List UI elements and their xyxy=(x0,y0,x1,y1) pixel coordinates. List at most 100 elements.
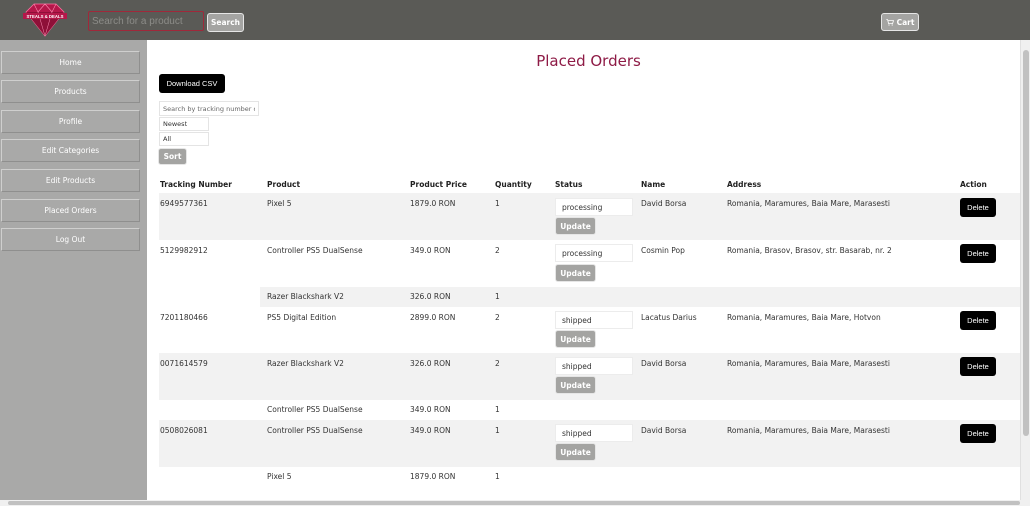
product-price: 1879.0 RON xyxy=(410,472,456,481)
update-button[interactable]: Update xyxy=(555,217,596,235)
sidebar: Home Products Profile Edit Categories Ed… xyxy=(0,40,147,500)
product-name: Controller PS5 DualSense xyxy=(267,405,363,414)
product-price: 349.0 RON xyxy=(410,246,451,255)
status-input[interactable]: shipped xyxy=(555,424,633,442)
delete-button[interactable]: Delete xyxy=(960,424,996,443)
customer-address: Romania, Maramures, Baia Mare, Hotvon xyxy=(727,313,881,322)
tracking-number: 6949577361 xyxy=(160,199,208,208)
sidebar-item-edit-categories[interactable]: Edit Categories xyxy=(1,139,140,162)
customer-name: Cosmin Pop xyxy=(641,246,685,255)
column-header-product: Product xyxy=(267,180,301,189)
status-value: shipped xyxy=(562,428,592,438)
status-input[interactable]: shipped xyxy=(555,311,633,329)
product-price: 1879.0 RON xyxy=(410,199,456,208)
delete-button[interactable]: Delete xyxy=(960,244,996,263)
product-quantity: 2 xyxy=(495,246,500,255)
customer-address: Romania, Brasov, Brasov, str. Basarab, n… xyxy=(727,246,892,255)
diamond-logo[interactable]: STEALS & DEALS xyxy=(22,2,68,38)
sidebar-item-label: Home xyxy=(59,58,82,67)
product-quantity: 1 xyxy=(495,199,500,208)
customer-address: Romania, Maramures, Baia Mare, Marasesti xyxy=(727,359,890,368)
customer-name: David Borsa xyxy=(641,359,687,368)
order-sort-value: Newest xyxy=(163,120,188,128)
status-value: shipped xyxy=(562,361,592,371)
sidebar-item-label: Products xyxy=(54,87,87,96)
update-button[interactable]: Update xyxy=(555,376,596,394)
sidebar-item-placed-orders[interactable]: Placed Orders xyxy=(1,199,140,222)
cart-label: Cart xyxy=(896,17,915,27)
horizontal-scroll-thumb[interactable] xyxy=(8,501,1020,505)
sort-button[interactable]: Sort xyxy=(158,148,187,165)
product-name: Pixel 5 xyxy=(267,199,292,208)
product-name: Controller PS5 DualSense xyxy=(267,426,363,435)
top-navbar: STEALS & DEALS Search Cart xyxy=(0,0,1030,40)
sidebar-item-log-out[interactable]: Log Out xyxy=(1,228,140,251)
tracking-search-input[interactable] xyxy=(159,101,259,116)
product-name: PS5 Digital Edition xyxy=(267,313,337,322)
tracking-number: 0071614579 xyxy=(160,359,208,368)
product-quantity: 1 xyxy=(495,292,500,301)
sidebar-item-label: Profile xyxy=(58,117,83,126)
product-quantity: 1 xyxy=(495,405,500,414)
product-price: 2899.0 RON xyxy=(410,313,456,322)
product-quantity: 1 xyxy=(495,472,500,481)
sidebar-item-label: Edit Products xyxy=(45,176,96,185)
delete-button[interactable]: Delete xyxy=(960,357,996,376)
product-price: 326.0 RON xyxy=(410,359,451,368)
product-name: Razer Blackshark V2 xyxy=(267,359,344,368)
column-header-quantity: Quantity xyxy=(495,180,532,189)
vertical-scrollbar[interactable] xyxy=(1020,40,1030,500)
column-header-address: Address xyxy=(727,180,762,189)
sidebar-item-profile[interactable]: Profile xyxy=(1,110,140,133)
order-sort-select[interactable]: Newest xyxy=(159,117,209,131)
tracking-number: 0508026081 xyxy=(160,426,208,435)
status-input[interactable]: shipped xyxy=(555,357,633,375)
sidebar-item-label: Edit Categories xyxy=(41,146,100,155)
vertical-scroll-thumb[interactable] xyxy=(1023,50,1029,436)
product-price: 349.0 RON xyxy=(410,426,451,435)
sidebar-item-products[interactable]: Products xyxy=(1,80,140,103)
status-filter-select[interactable]: All xyxy=(159,132,209,146)
cart-icon xyxy=(885,18,894,26)
customer-name: Lacatus Darius xyxy=(641,313,697,322)
sidebar-item-label: Placed Orders xyxy=(44,206,97,215)
update-button[interactable]: Update xyxy=(555,443,596,461)
column-header-action: Action xyxy=(960,180,987,189)
sidebar-item-home[interactable]: Home xyxy=(1,51,140,74)
tracking-number: 7201180466 xyxy=(160,313,208,322)
customer-name: David Borsa xyxy=(641,199,687,208)
horizontal-scrollbar[interactable] xyxy=(0,500,1030,506)
download-csv-button[interactable]: Download CSV xyxy=(159,74,225,93)
product-price: 326.0 RON xyxy=(410,292,451,301)
product-quantity: 1 xyxy=(495,426,500,435)
customer-name: David Borsa xyxy=(641,426,687,435)
update-button[interactable]: Update xyxy=(555,330,596,348)
delete-button[interactable]: Delete xyxy=(960,311,996,330)
main-content: Placed Orders Download CSV Newest All So… xyxy=(147,40,1020,500)
product-name: Pixel 5 xyxy=(267,472,292,481)
product-name: Controller PS5 DualSense xyxy=(267,246,363,255)
update-button[interactable]: Update xyxy=(555,264,596,282)
column-header-name: Name xyxy=(641,180,666,189)
product-quantity: 2 xyxy=(495,313,500,322)
column-header-price: Product Price xyxy=(410,180,467,189)
product-search-input[interactable] xyxy=(88,11,204,31)
table-subrow xyxy=(260,467,1020,487)
table-subrow xyxy=(260,287,1020,307)
cart-button[interactable]: Cart xyxy=(881,13,919,31)
status-value: processing xyxy=(562,248,603,258)
column-header-status: Status xyxy=(555,180,583,189)
column-header-tracking: Tracking Number xyxy=(160,180,232,189)
status-input[interactable]: processing xyxy=(555,198,633,216)
sidebar-item-label: Log Out xyxy=(55,235,86,244)
table-subrow xyxy=(260,400,1020,420)
product-name: Razer Blackshark V2 xyxy=(267,292,344,301)
search-button[interactable]: Search xyxy=(207,13,244,32)
sidebar-item-edit-products[interactable]: Edit Products xyxy=(1,169,140,192)
status-input[interactable]: processing xyxy=(555,244,633,262)
product-quantity: 2 xyxy=(495,359,500,368)
status-filter-value: All xyxy=(163,135,172,143)
product-price: 349.0 RON xyxy=(410,405,451,414)
tracking-number: 5129982912 xyxy=(160,246,208,255)
delete-button[interactable]: Delete xyxy=(960,198,996,217)
